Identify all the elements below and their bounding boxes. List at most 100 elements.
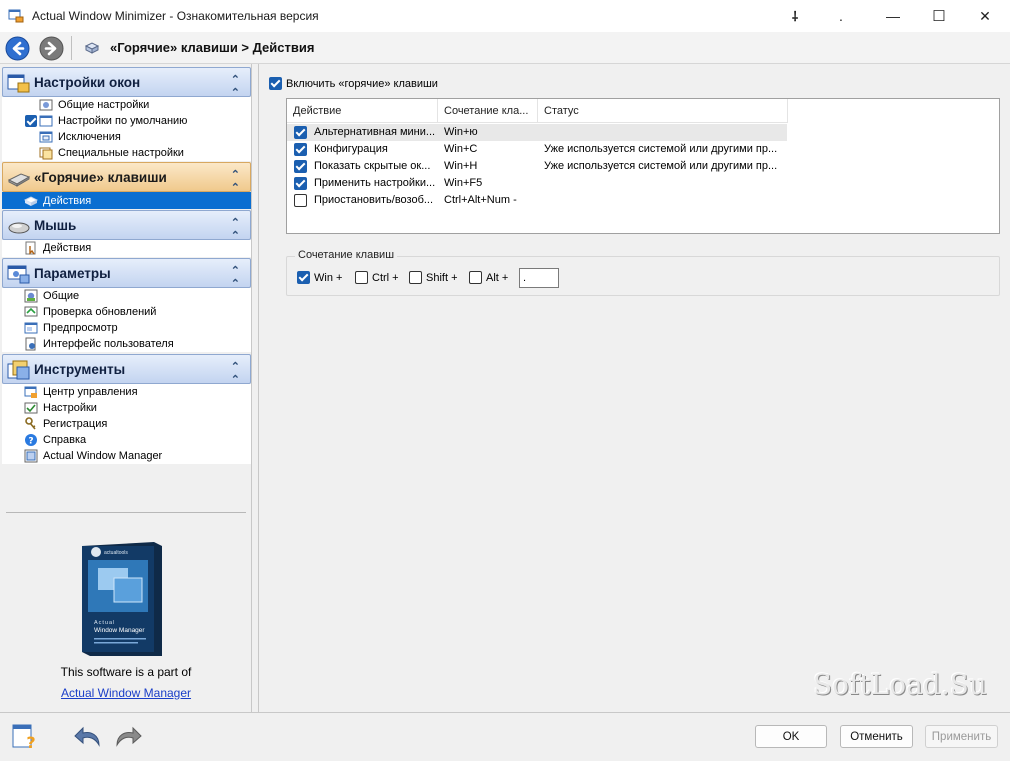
sidebar-item-exclusions[interactable]: Исключения xyxy=(39,129,121,145)
collapse-chevron-icon[interactable]: ⌃ ⌃ xyxy=(231,216,240,242)
collapse-chevron-icon[interactable]: ⌃ ⌃ xyxy=(231,264,240,290)
cell-shortcut: Win+ю xyxy=(444,126,478,138)
sidebar-item-registration[interactable]: Регистрация xyxy=(24,416,107,432)
help-icon: ? xyxy=(25,434,37,447)
collapse-chevron-icon[interactable]: ⌃ ⌃ xyxy=(231,168,240,194)
forward-button[interactable] xyxy=(39,36,64,61)
actions-icon xyxy=(24,195,38,206)
sidebar-item-hotkeys-actions[interactable]: Действия xyxy=(2,192,251,209)
minimize-button[interactable]: — xyxy=(870,0,916,32)
sidebar-item-help[interactable]: ? Справка xyxy=(24,432,86,448)
group-header-hotkeys[interactable]: «Горячие» клавиши ⌃ ⌃ xyxy=(2,162,251,194)
ctrl-modifier-checkbox[interactable] xyxy=(355,271,368,284)
hotkeys-list[interactable]: Действие Сочетание кла... Статус Альтерн… xyxy=(286,98,1000,234)
ok-button[interactable]: OK xyxy=(755,725,827,748)
cell-shortcut: Win+F5 xyxy=(444,177,483,189)
column-header-shortcut[interactable]: Сочетание кла... xyxy=(438,99,538,123)
back-button[interactable] xyxy=(5,36,30,61)
cell-status xyxy=(544,124,787,141)
window-title: Actual Window Minimizer - Ознакомительна… xyxy=(32,9,319,23)
shift-modifier-option[interactable]: Shift + xyxy=(409,271,458,284)
sidebar-item-default-settings[interactable]: Настройки по умолчанию xyxy=(39,113,187,129)
dot-button[interactable]: . xyxy=(818,0,864,32)
cell-status xyxy=(544,192,787,209)
group-header-window-settings[interactable]: Настройки окон ⌃ ⌃ xyxy=(2,67,251,99)
promo-text: This software is a part of xyxy=(60,665,192,679)
win-modifier-option[interactable]: Win + xyxy=(297,271,342,284)
maximize-button[interactable]: ☐ xyxy=(916,0,962,32)
group-header-mouse[interactable]: Мышь ⌃ ⌃ xyxy=(2,210,251,242)
box-title-line2: Window Manager xyxy=(94,627,145,634)
sidebar-item-special-settings[interactable]: Специальные настройки xyxy=(39,145,184,161)
row-checkbox[interactable] xyxy=(294,194,307,207)
svg-text:?: ? xyxy=(26,733,35,751)
sidebar-item-general[interactable]: Общие xyxy=(24,288,79,304)
group-label: Параметры xyxy=(34,266,111,281)
apply-button[interactable]: Применить xyxy=(925,725,998,748)
cell-shortcut: Win+C xyxy=(444,143,478,155)
sidebar-item-general-settings[interactable]: Общие настройки xyxy=(39,97,149,113)
sidebar-item-user-interface[interactable]: Интерфейс пользователя xyxy=(24,336,174,352)
breadcrumb: «Горячие» клавиши > Действия xyxy=(110,40,315,55)
enable-hotkeys-row[interactable]: Включить «горячие» клавиши xyxy=(269,77,438,90)
close-button[interactable]: ✕ xyxy=(962,0,1008,32)
column-header-status[interactable]: Статус xyxy=(538,99,788,123)
window-manager-icon xyxy=(24,449,38,463)
shortcut-groupbox: Сочетание клавиш Win + Ctrl + Shift + Al… xyxy=(286,249,1000,296)
sidebar-item-settings[interactable]: Настройки xyxy=(24,400,97,416)
redo-icon[interactable] xyxy=(113,723,143,751)
box-title-line1: Actual xyxy=(94,620,115,626)
pin-icon[interactable]: ⸸ xyxy=(772,0,818,32)
cancel-button[interactable]: Отменить xyxy=(840,725,913,748)
exclusions-icon xyxy=(39,131,53,143)
column-header-action[interactable]: Действие xyxy=(287,99,438,123)
cell-status: Уже используется системой или другими пр… xyxy=(544,143,778,155)
alt-modifier-label: Alt + xyxy=(486,271,509,284)
help-document-icon[interactable]: ? xyxy=(10,723,40,751)
table-row[interactable]: Применить настройки... Win+F5 xyxy=(287,175,787,192)
sidebar-item-mouse-actions[interactable]: Действия xyxy=(24,240,91,256)
group-body-parameters: Общие Проверка обновлений Предпросмотр И… xyxy=(2,288,251,352)
table-row[interactable]: Показать скрытые ок... Win+H Уже используе… xyxy=(287,158,787,175)
collapse-chevron-icon[interactable]: ⌃ ⌃ xyxy=(231,73,240,99)
sidebar-item-actual-window-manager[interactable]: Actual Window Manager xyxy=(24,448,162,464)
shift-modifier-checkbox[interactable] xyxy=(409,271,422,284)
group-body-mouse: Действия xyxy=(2,240,251,257)
keyboard-hotkeys-icon xyxy=(84,42,100,54)
sidebar-item-check-updates[interactable]: Проверка обновлений xyxy=(24,304,156,320)
undo-icon[interactable] xyxy=(73,723,103,751)
preview-icon xyxy=(24,322,38,334)
row-checkbox[interactable] xyxy=(294,126,307,139)
general-settings-icon xyxy=(39,99,53,111)
row-checkbox[interactable] xyxy=(294,143,307,156)
row-checkbox[interactable] xyxy=(294,177,307,190)
mouse-icon xyxy=(8,222,30,234)
table-row[interactable]: Конфигурация Win+C Уже используется систем… xyxy=(287,141,787,158)
collapse-chevron-icon[interactable]: ⌃ ⌃ xyxy=(231,360,240,386)
group-header-tools[interactable]: Инструменты ⌃ ⌃ xyxy=(2,354,251,386)
actual-window-manager-link[interactable]: Actual Window Manager xyxy=(61,686,191,700)
row-checkbox[interactable] xyxy=(294,160,307,173)
default-settings-checkbox[interactable] xyxy=(25,115,37,127)
app-icon xyxy=(8,9,24,23)
group-label: «Горячие» клавиши xyxy=(34,170,167,185)
enable-hotkeys-checkbox[interactable] xyxy=(269,77,282,90)
sidebar-item-preview[interactable]: Предпросмотр xyxy=(24,320,118,336)
alt-modifier-checkbox[interactable] xyxy=(469,271,482,284)
alt-modifier-option[interactable]: Alt + xyxy=(469,271,508,284)
ctrl-modifier-option[interactable]: Ctrl + xyxy=(355,271,399,284)
group-header-parameters[interactable]: Параметры ⌃ ⌃ xyxy=(2,258,251,290)
win-modifier-checkbox[interactable] xyxy=(297,271,310,284)
settings-checkmark-icon xyxy=(24,402,38,414)
box-brand: actualtools xyxy=(104,550,128,556)
general-icon xyxy=(24,289,38,303)
cell-status xyxy=(544,175,787,192)
table-row[interactable]: Альтернативная мини... Win+ю xyxy=(287,124,787,141)
nav-separator xyxy=(71,36,72,60)
hotkey-key-input[interactable] xyxy=(519,268,559,288)
window-settings-icon xyxy=(7,74,30,93)
sidebar-item-control-center[interactable]: Центр управления xyxy=(24,384,138,400)
window-icon xyxy=(39,115,53,127)
table-row[interactable]: Приостановить/возоб... Ctrl+Alt+Num - xyxy=(287,192,787,209)
tools-icon xyxy=(7,360,30,380)
